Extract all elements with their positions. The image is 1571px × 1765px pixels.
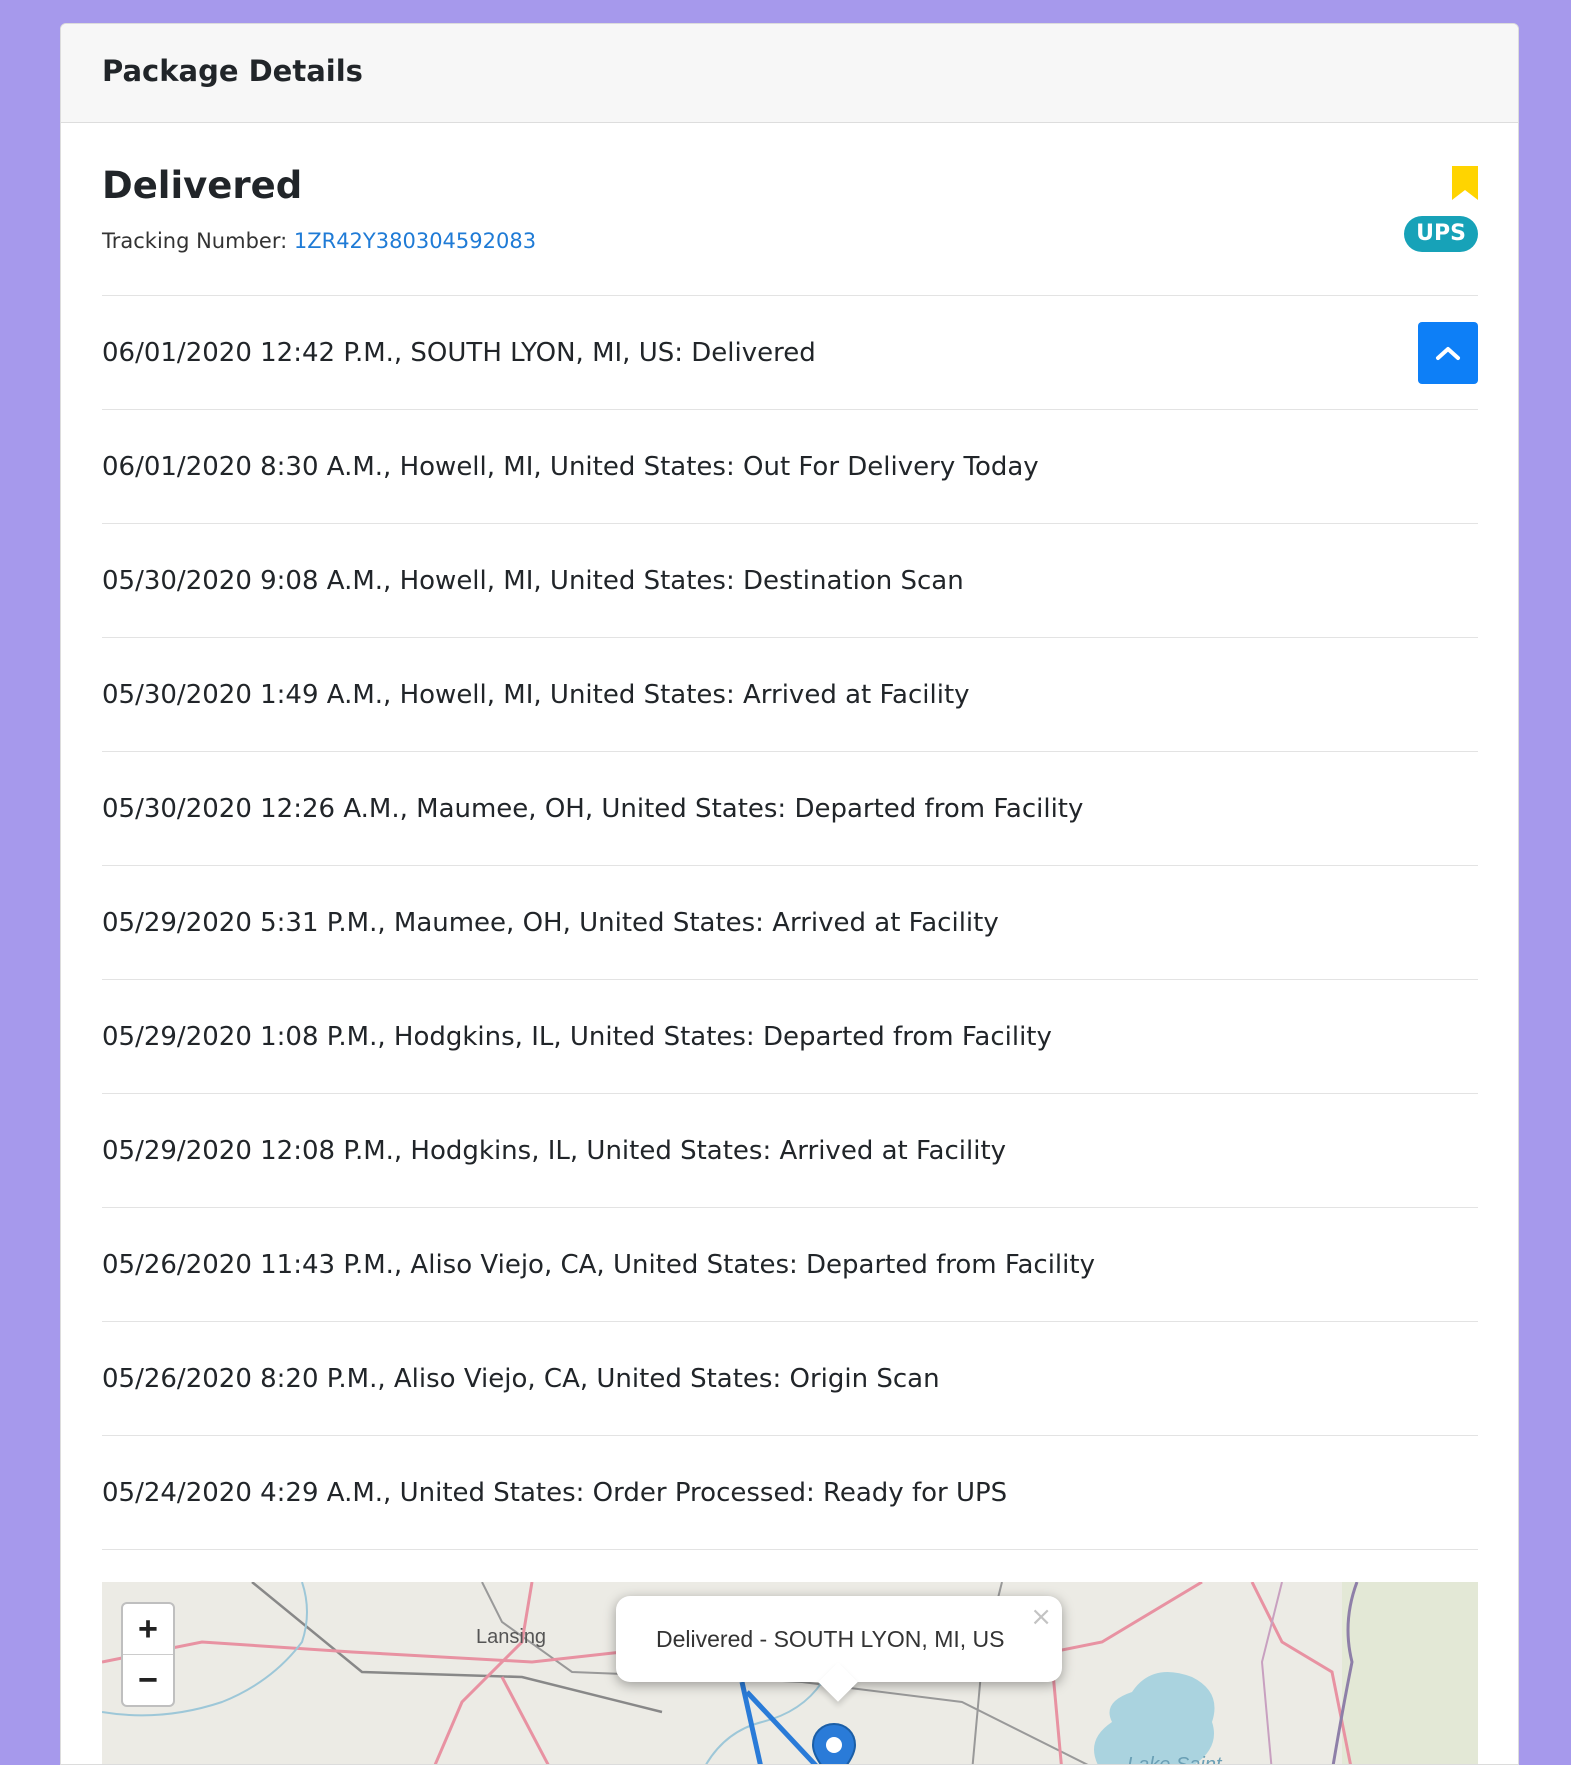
event-text: 05/24/2020 4:29 A.M., United States: Ord… (102, 1477, 1008, 1508)
map-label-lake: Lake Saint (1127, 1754, 1222, 1765)
delivery-status: Delivered (102, 164, 303, 207)
event-text: 05/29/2020 12:08 P.M., Hodgkins, IL, Uni… (102, 1135, 1007, 1166)
zoom-controls: + − (121, 1602, 175, 1707)
event-text: 05/30/2020 1:49 A.M., Howell, MI, United… (102, 679, 970, 710)
tracking-info: Tracking Number: 1ZR42Y380304592083 (102, 229, 536, 253)
tracking-event: 05/30/2020 9:08 A.M., Howell, MI, United… (102, 524, 1478, 638)
event-text: 05/29/2020 1:08 P.M., Hodgkins, IL, Unit… (102, 1021, 1052, 1052)
tracking-event: 05/30/2020 12:26 A.M., Maumee, OH, Unite… (102, 752, 1478, 866)
card-header: Package Details (61, 24, 1518, 123)
map-marker-icon[interactable] (810, 1722, 858, 1765)
collapse-events-button[interactable] (1418, 322, 1478, 384)
bookmark-icon[interactable] (1452, 166, 1478, 200)
tracking-event: 06/01/2020 8:30 A.M., Howell, MI, United… (102, 410, 1478, 524)
event-text: 05/30/2020 12:26 A.M., Maumee, OH, Unite… (102, 793, 1084, 824)
tracking-label: Tracking Number: (102, 229, 288, 253)
route-map[interactable]: Lansing Lake Saint + − Delivered - SOUTH… (102, 1582, 1478, 1765)
event-text: 05/30/2020 9:08 A.M., Howell, MI, United… (102, 565, 964, 596)
popup-close-button[interactable]: × (1030, 1602, 1052, 1632)
tracking-event: 05/26/2020 8:20 P.M., Aliso Viejo, CA, U… (102, 1322, 1478, 1436)
tracking-event: 05/29/2020 12:08 P.M., Hodgkins, IL, Uni… (102, 1094, 1478, 1208)
zoom-in-button[interactable]: + (123, 1604, 173, 1654)
card-title: Package Details (102, 54, 363, 88)
carrier-badge: UPS (1404, 216, 1478, 252)
chevron-up-icon (1436, 347, 1460, 360)
zoom-out-button[interactable]: − (123, 1654, 173, 1705)
tracking-number-link[interactable]: 1ZR42Y380304592083 (294, 229, 536, 253)
tracking-event: 05/30/2020 1:49 A.M., Howell, MI, United… (102, 638, 1478, 752)
package-details-card: Package Details Delivered Tracking Numbe… (60, 23, 1519, 1765)
tracking-event: 06/01/2020 12:42 P.M., SOUTH LYON, MI, U… (102, 296, 1478, 410)
event-text: 06/01/2020 12:42 P.M., SOUTH LYON, MI, U… (102, 337, 816, 368)
event-text: 05/26/2020 8:20 P.M., Aliso Viejo, CA, U… (102, 1363, 940, 1394)
tracking-event: 05/24/2020 4:29 A.M., United States: Ord… (102, 1436, 1478, 1550)
event-text: 05/29/2020 5:31 P.M., Maumee, OH, United… (102, 907, 999, 938)
event-text: 05/26/2020 11:43 P.M., Aliso Viejo, CA, … (102, 1249, 1095, 1280)
tracking-event: 05/29/2020 5:31 P.M., Maumee, OH, United… (102, 866, 1478, 980)
event-text: 06/01/2020 8:30 A.M., Howell, MI, United… (102, 451, 1039, 482)
map-label-lansing: Lansing (476, 1626, 547, 1648)
map-popup: Delivered - SOUTH LYON, MI, US × (616, 1596, 1062, 1702)
tracking-events-list: 06/01/2020 12:42 P.M., SOUTH LYON, MI, U… (102, 296, 1478, 1550)
tracking-event: 05/26/2020 11:43 P.M., Aliso Viejo, CA, … (102, 1208, 1478, 1322)
tracking-event: 05/29/2020 1:08 P.M., Hodgkins, IL, Unit… (102, 980, 1478, 1094)
popup-text: Delivered - SOUTH LYON, MI, US (656, 1626, 1005, 1652)
